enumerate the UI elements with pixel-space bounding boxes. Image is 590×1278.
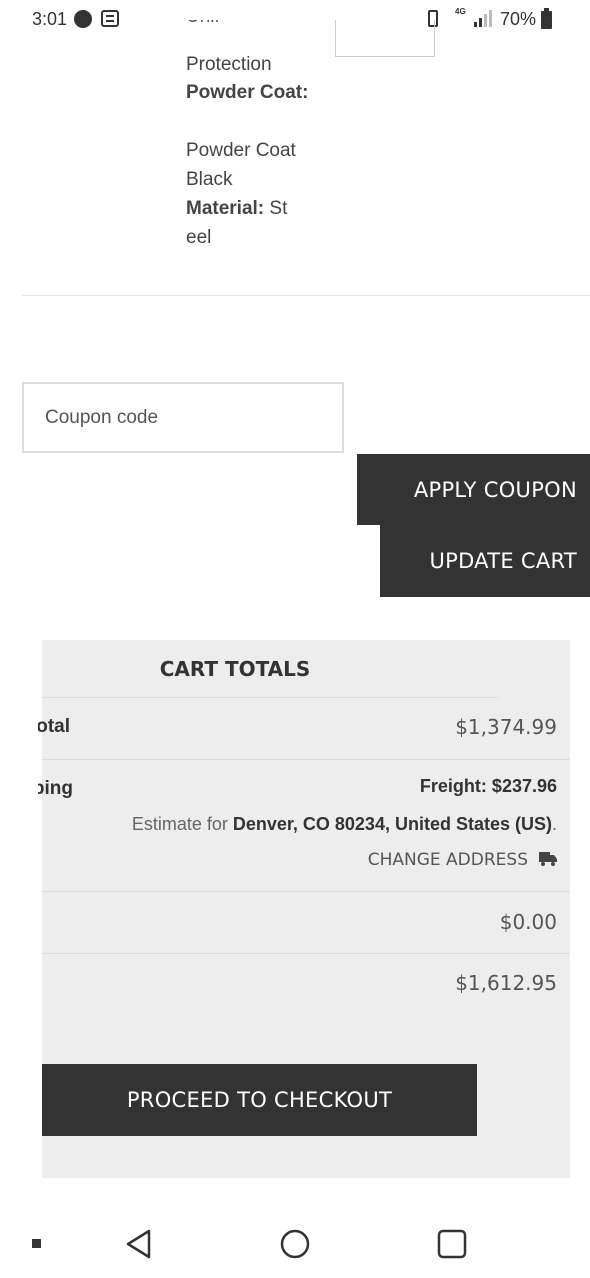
battery-percent: 70% <box>500 9 537 29</box>
apply-coupon-button[interactable]: APPLY COUPON <box>357 454 590 525</box>
shipping-estimate: Estimate for Denver, CO 80234, United St… <box>132 814 557 835</box>
recents-icon[interactable] <box>436 1228 468 1260</box>
update-cart-button[interactable]: UPDATE CART <box>380 525 590 597</box>
music-icon <box>74 10 92 28</box>
truck-icon[interactable] <box>539 851 557 867</box>
divider <box>42 759 570 760</box>
divider <box>42 891 570 892</box>
battery-icon <box>541 8 552 29</box>
lte-icon: 4G <box>455 7 466 16</box>
powder-coat-value: Powder Coat Black <box>186 140 296 190</box>
estimate-suffix: . <box>551 814 557 834</box>
material-label: Material: <box>186 198 265 219</box>
quantity-input[interactable] <box>335 20 435 57</box>
subtotal-label: Subtotal <box>38 716 70 737</box>
cart-totals-panel: CART TOTALS Subtotal $1,374.99 Shipping … <box>38 640 570 1178</box>
freight-label: Freight: $ <box>419 776 502 796</box>
estimate-prefix: Estimate for <box>131 814 233 834</box>
menu-dot-icon <box>32 1239 41 1248</box>
product-attribute-material: Material: Steel <box>186 194 296 252</box>
home-icon[interactable] <box>279 1228 311 1260</box>
estimate-location: Denver, CO 80234, United States (US) <box>232 814 552 834</box>
android-nav-bar <box>0 1210 590 1278</box>
notes-icon <box>101 10 119 27</box>
tax-value: $0.00 <box>499 910 557 934</box>
coupon-code-input[interactable] <box>22 382 344 453</box>
product-attribute-protection: Protection <box>186 54 272 75</box>
divider <box>42 697 498 698</box>
cart-totals-title: CART TOTALS <box>159 657 311 681</box>
divider <box>42 953 570 954</box>
shipping-label: Shipping <box>38 778 73 799</box>
status-time: 3:01 <box>32 9 68 29</box>
product-attribute-cut: Unif <box>186 20 220 44</box>
subtotal-value: $1,374.99 <box>455 715 557 739</box>
status-bar: 3:01 4G 70% <box>0 0 590 40</box>
freight-value: 237.96 <box>501 776 557 796</box>
back-icon[interactable] <box>124 1228 152 1260</box>
freight-rate: Freight: $237.96 <box>420 776 557 797</box>
order-total-value: $1,612.95 <box>455 971 557 995</box>
product-attribute-powder-coat: Powder Coat: <box>186 78 316 107</box>
powder-coat-label: Powder Coat: <box>186 82 309 103</box>
divider <box>22 295 590 296</box>
proceed-to-checkout-button[interactable]: PROCEED TO CHECKOUT <box>42 1064 477 1136</box>
signal-icon <box>474 10 494 27</box>
change-address-link[interactable]: CHANGE ADDRESS <box>368 850 528 870</box>
